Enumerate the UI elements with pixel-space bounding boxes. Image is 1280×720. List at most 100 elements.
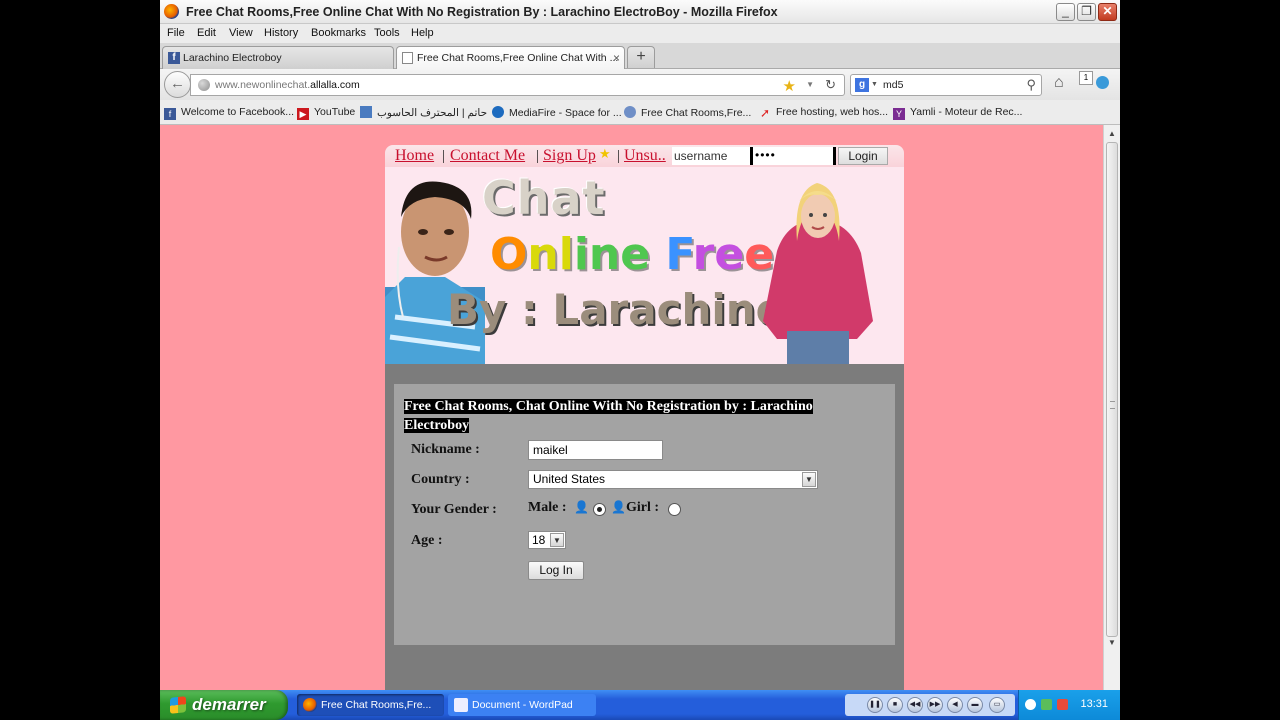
- system-tray: 13:31: [1018, 690, 1120, 720]
- addon-icon[interactable]: [1096, 76, 1109, 89]
- firefox-icon: [164, 4, 179, 19]
- male-radio[interactable]: [593, 503, 606, 516]
- address-text: www.newonlinechat.allalla.com: [215, 79, 360, 91]
- bookmark-youtube[interactable]: ▶ YouTube: [297, 106, 355, 120]
- scroll-down-icon[interactable]: ▼: [1105, 635, 1119, 650]
- banner-chat-text: Chat: [482, 171, 606, 225]
- restore-button[interactable]: ❐: [1077, 3, 1096, 21]
- site-identity-icon[interactable]: [198, 79, 210, 91]
- chevron-down-icon: ▼: [550, 533, 564, 547]
- addon-counter[interactable]: 1: [1079, 71, 1093, 85]
- grip-icon: [1110, 401, 1115, 409]
- start-button[interactable]: demarrer: [160, 690, 288, 720]
- bookmark-mediafire[interactable]: MediaFire - Space for ...: [492, 106, 622, 119]
- reload-icon[interactable]: ↻: [825, 77, 836, 93]
- menu-bookmarks[interactable]: Bookmarks: [311, 27, 366, 39]
- minimize-button[interactable]: _: [1056, 3, 1075, 21]
- girl-radio[interactable]: [668, 503, 681, 516]
- tab-free-chat-rooms[interactable]: Free Chat Rooms,Free Online Chat With ..…: [396, 46, 625, 70]
- previous-icon[interactable]: ◀◀: [907, 697, 923, 713]
- bookmark-free-chat[interactable]: Free Chat Rooms,Fre...: [624, 106, 751, 119]
- taskbar-item-firefox[interactable]: Free Chat Rooms,Fre...: [297, 694, 444, 716]
- stop-icon[interactable]: ■: [887, 697, 903, 713]
- menu-view[interactable]: View: [229, 27, 253, 39]
- form-heading: Free Chat Rooms, Chat Online With No Reg…: [404, 399, 813, 433]
- age-label: Age :: [411, 533, 443, 548]
- girl-photo: [763, 183, 873, 364]
- next-icon[interactable]: ▶▶: [927, 697, 943, 713]
- arrow-tray-icon[interactable]: [1025, 699, 1036, 710]
- search-bar[interactable]: g ▼ md5 ⚲: [850, 74, 1042, 96]
- boy-photo: [385, 181, 485, 364]
- header-login-button[interactable]: Login: [838, 147, 888, 165]
- nav-unsubscribe-link[interactable]: Unsu..: [624, 147, 666, 165]
- computer-icon: [360, 106, 372, 118]
- windows-flag-icon: [170, 696, 186, 714]
- country-select[interactable]: United States ▼: [528, 470, 818, 489]
- menu-tools[interactable]: Tools: [374, 27, 400, 39]
- restore-player-icon[interactable]: ▭: [989, 697, 1005, 713]
- nickname-label: Nickname :: [411, 442, 480, 457]
- password-input[interactable]: ••••: [750, 147, 836, 165]
- navigation-bar: www.newonlinechat.allalla.com ★ ▼ ↻ ← g …: [160, 69, 1120, 100]
- youtube-icon: ▶: [297, 108, 309, 120]
- bookmarks-toolbar: f Welcome to Facebook... ▶ YouTube حاتم | …: [160, 100, 1120, 125]
- tab-label: Larachino Electroboy: [183, 52, 282, 64]
- scroll-thumb[interactable]: [1106, 142, 1118, 637]
- bookmark-yamli[interactable]: Y Yamli - Moteur de Rec...: [893, 106, 1022, 120]
- male-user-icon: 👤: [574, 500, 589, 514]
- female-user-icon: 👤: [611, 500, 626, 514]
- home-icon[interactable]: ⌂: [1054, 74, 1064, 92]
- nav-separator: |: [617, 148, 621, 164]
- hosting-icon: ➚: [759, 106, 771, 120]
- back-button[interactable]: ←: [164, 71, 191, 98]
- menu-history[interactable]: History: [264, 27, 298, 39]
- search-engine-dropdown-icon[interactable]: ▼: [871, 81, 878, 88]
- yamli-icon: Y: [893, 108, 905, 120]
- banner-online-free-text: Online Free: [490, 229, 775, 280]
- window-title: Free Chat Rooms,Free Online Chat With No…: [186, 5, 778, 19]
- volume-icon[interactable]: ▬: [967, 697, 983, 713]
- google-icon[interactable]: g: [855, 78, 869, 92]
- close-button[interactable]: ✕: [1098, 3, 1117, 21]
- vertical-scrollbar[interactable]: ▲ ▼: [1103, 125, 1120, 690]
- login-button[interactable]: Log In: [528, 561, 584, 580]
- chat-site: Home | Contact Me | Sign Up ★ | Unsu.. u…: [385, 145, 904, 690]
- bookmark-facebook[interactable]: f Welcome to Facebook...: [164, 106, 294, 120]
- nav-contact-link[interactable]: Contact Me: [450, 147, 525, 165]
- history-dropdown-icon[interactable]: ▼: [806, 80, 814, 89]
- taskbar-item-wordpad[interactable]: Document - WordPad: [448, 694, 596, 716]
- security-icon[interactable]: [1057, 699, 1068, 710]
- back-arrow-icon: ←: [170, 75, 185, 92]
- tab-close-icon[interactable]: ×: [613, 51, 620, 65]
- network-icon[interactable]: [1041, 699, 1052, 710]
- nickname-input[interactable]: maikel: [528, 440, 663, 460]
- facebook-icon: f: [164, 108, 176, 120]
- country-label: Country :: [411, 472, 470, 487]
- tab-label: Free Chat Rooms,Free Online Chat With ..…: [417, 52, 619, 64]
- nav-signup-link[interactable]: Sign Up: [543, 147, 596, 165]
- bookmark-free-hosting[interactable]: ➚ Free hosting, web hos...: [759, 106, 888, 119]
- tab-strip: f Larachino Electroboy Free Chat Rooms,F…: [160, 43, 1120, 70]
- menu-edit[interactable]: Edit: [197, 27, 216, 39]
- scroll-up-icon[interactable]: ▲: [1105, 126, 1119, 141]
- mute-icon[interactable]: ◀: [947, 697, 963, 713]
- menu-file[interactable]: File: [167, 27, 185, 39]
- search-icon[interactable]: ⚲: [1026, 77, 1036, 93]
- star-icon: ★: [599, 146, 611, 161]
- username-input[interactable]: username: [672, 147, 750, 165]
- banner-by-larachino-text: By : Larachino: [447, 285, 785, 334]
- tab-larachino-electroboy[interactable]: f Larachino Electroboy: [162, 46, 394, 69]
- bookmark-computer[interactable]: حاتم | المحترف الحاسوب: [360, 106, 487, 119]
- address-bar[interactable]: www.newonlinechat.allalla.com ★ ▼ ↻: [190, 74, 845, 96]
- nav-home-link[interactable]: Home: [395, 147, 434, 165]
- bookmark-star-icon[interactable]: ★: [783, 77, 796, 95]
- menu-help[interactable]: Help: [411, 27, 434, 39]
- new-tab-button[interactable]: +: [627, 46, 655, 68]
- windows-taskbar: demarrer Free Chat Rooms,Fre... Document…: [160, 690, 1120, 720]
- search-input[interactable]: md5: [883, 79, 903, 91]
- login-panel: Free Chat Rooms, Chat Online With No Reg…: [385, 364, 904, 690]
- age-select[interactable]: 18 ▼: [528, 531, 566, 549]
- wordpad-icon: [454, 698, 468, 712]
- pause-icon[interactable]: ❚❚: [867, 697, 883, 713]
